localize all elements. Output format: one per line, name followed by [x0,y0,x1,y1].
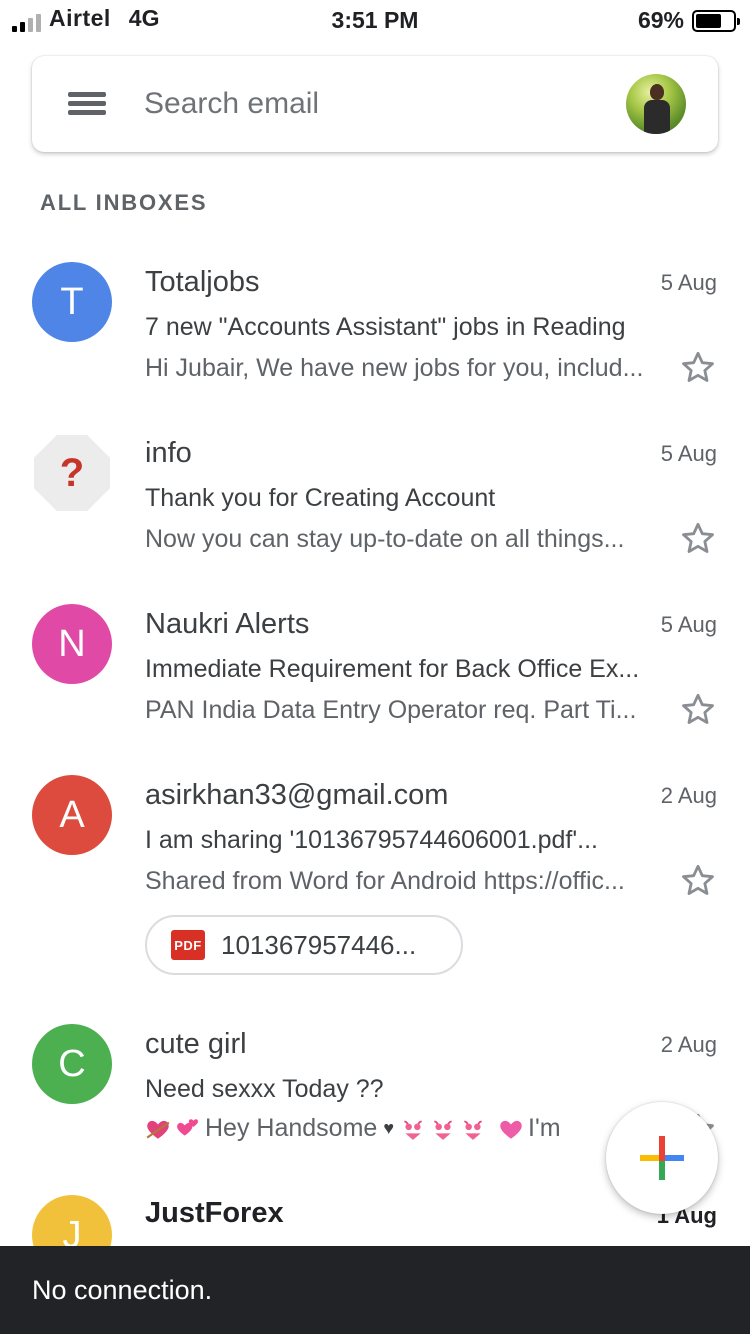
status-right: 69% [637,7,740,34]
snackbar-message: No connection. [32,1275,213,1305]
bikini-emoji-icon [434,1120,452,1140]
snackbar: No connection. [0,1246,750,1334]
email-date: 5 Aug [660,612,717,637]
email-sender: Totaljobs [145,266,260,298]
email-subject: Immediate Requirement for Back Office Ex… [145,655,640,683]
preview-text: Hey Handsome [205,1114,378,1142]
star-icon[interactable] [678,519,718,559]
email-subject: I am sharing '10136795744606001.pdf'... [145,826,598,854]
preview-tail-text: I'm [528,1114,561,1142]
battery-percent: 69% [637,7,684,33]
account-avatar[interactable] [626,74,686,134]
sparkling-heart-emoji-icon [500,1120,522,1139]
email-subject: Thank you for Creating Account [145,484,496,512]
email-subject: Need sexxx Today ?? [145,1075,384,1103]
star-icon[interactable] [678,861,718,901]
compose-button[interactable] [606,1102,718,1214]
email-date: 5 Aug [660,270,717,295]
search-input[interactable] [144,82,584,126]
email-sender: JustForex [145,1197,284,1229]
email-subject: 7 new "Accounts Assistant" jobs in Readi… [145,313,626,341]
heart-small-icon: ♥ [383,1118,394,1138]
email-preview: Now you can stay up-to-date on all thing… [145,525,625,553]
email-preview: PAN India Data Entry Operator req. Part … [145,696,637,724]
bikini-emoji-icon [404,1120,422,1140]
bikini-emoji-icon [464,1120,482,1140]
sender-avatar: T [32,262,112,342]
email-sender: asirkhan33@gmail.com [145,779,449,811]
sender-avatar: A [32,775,112,855]
email-preview: Shared from Word for Android https://off… [145,867,625,895]
pdf-icon: PDF [171,930,205,960]
email-sender: Naukri Alerts [145,608,310,640]
email-date: 2 Aug [660,783,717,808]
menu-icon[interactable] [68,90,106,118]
status-bar: Airtel 4G 3:51 PM 69% [0,0,750,40]
email-date: 2 Aug [660,1032,717,1057]
section-label: ALL INBOXES [40,190,208,215]
attachment-name: 101367957446... [221,929,417,960]
compose-plus-icon [640,1136,684,1180]
email-sender: info [145,437,192,469]
two-hearts-emoji-icon [177,1118,199,1135]
search-bar [32,56,718,152]
email-date: 5 Aug [660,441,717,466]
sender-avatar: N [32,604,112,684]
attachment-chip[interactable]: PDF 101367957446... [145,915,463,975]
star-icon[interactable] [678,690,718,730]
battery-icon [692,9,740,32]
heart-arrow-emoji-icon [146,1120,170,1139]
email-preview: Hi Jubair, We have new jobs for you, inc… [145,354,644,382]
unknown-sender-icon: ? [34,435,110,511]
email-preview: Hey Handsome ♥ I'm [145,1114,655,1143]
star-icon[interactable] [678,348,718,388]
sender-avatar: C [32,1024,112,1104]
email-sender: cute girl [145,1028,247,1060]
